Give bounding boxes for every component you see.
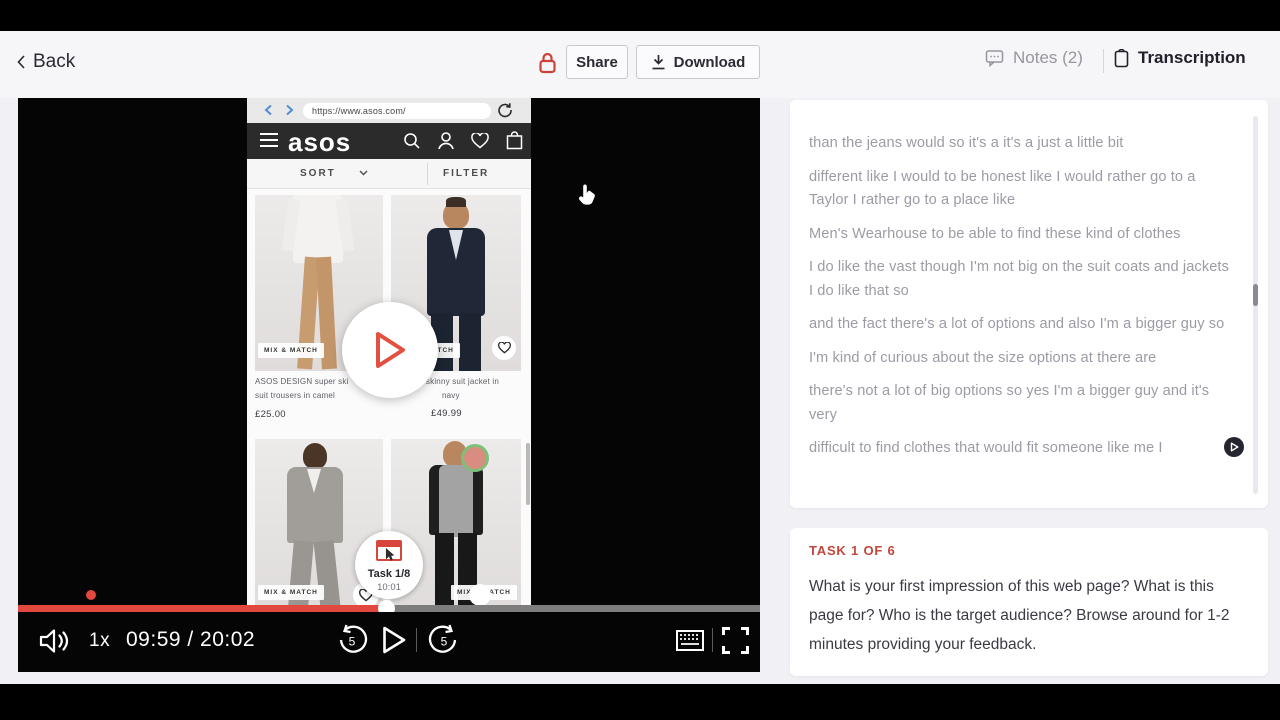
play-icon xyxy=(373,330,407,370)
hand-cursor-icon xyxy=(578,183,597,207)
share-label: Share xyxy=(576,54,618,71)
progress-played xyxy=(18,605,386,612)
svg-text:5: 5 xyxy=(441,635,448,649)
app-header: Back Share Download xyxy=(0,31,1280,98)
task-description: What is your first impression of this we… xyxy=(809,572,1251,659)
filter-button[interactable]: FILTER xyxy=(443,168,489,179)
keyboard-shortcuts-icon[interactable] xyxy=(676,630,704,651)
app-page: Back Share Download xyxy=(0,31,1280,684)
task-step-label: TASK 1 OF 6 xyxy=(809,543,896,558)
download-icon xyxy=(651,54,666,70)
transcript-line[interactable]: and the fact there's a lot of options an… xyxy=(809,313,1237,337)
browser-back-icon xyxy=(264,104,273,116)
browser-window-icon xyxy=(376,540,402,561)
transcription-panel: than the jeans would so it's a it's a ju… xyxy=(790,100,1268,508)
reload-icon xyxy=(497,102,513,118)
mix-match-badge: MIX & MATCH xyxy=(258,585,324,600)
play-from-here-button[interactable] xyxy=(1224,437,1244,457)
browser-forward-icon xyxy=(285,104,294,116)
url-bar: https://www.asos.com/ xyxy=(303,103,491,119)
play-button[interactable] xyxy=(381,625,407,655)
click-annotation-marker xyxy=(461,444,489,472)
sort-button[interactable]: SORT xyxy=(300,168,336,179)
chevron-left-icon xyxy=(16,54,26,70)
time-display: 09:59 / 20:02 xyxy=(126,628,255,652)
player-controls: 1x 09:59 / 20:02 5 5 xyxy=(18,612,760,672)
letterbox-bottom xyxy=(0,684,1280,720)
playback-speed-button[interactable]: 1x xyxy=(89,630,110,652)
wishlist-heart-icon xyxy=(471,133,489,149)
lock-icon xyxy=(537,51,558,75)
timeline-note-marker[interactable] xyxy=(86,590,96,600)
hamburger-menu-icon xyxy=(259,132,279,148)
asos-header: asos xyxy=(247,123,531,159)
bag-icon xyxy=(506,131,523,150)
search-icon xyxy=(403,132,421,150)
transcription-icon xyxy=(1114,49,1129,68)
transcript-line[interactable]: I'm kind of curious about the size optio… xyxy=(809,347,1237,371)
progress-bar[interactable] xyxy=(18,605,760,612)
transcript-line[interactable]: difficult to find clothes that would fit… xyxy=(809,437,1237,461)
task-marker-label: Task 1/8 xyxy=(355,568,423,580)
tab-transcription[interactable]: Transcription xyxy=(1114,48,1246,68)
sort-filter-bar: SORT FILTER xyxy=(247,159,531,189)
forward-5-icon[interactable]: 5 xyxy=(428,624,460,656)
asos-logo: asos xyxy=(288,127,351,158)
transcript-line[interactable]: different like I would to be honest like… xyxy=(809,166,1237,213)
volume-icon[interactable] xyxy=(38,626,70,656)
svg-text:5: 5 xyxy=(349,635,356,649)
back-label: Back xyxy=(33,51,75,73)
download-button[interactable]: Download xyxy=(636,45,760,79)
account-icon xyxy=(437,131,455,150)
save-heart-button[interactable] xyxy=(492,336,516,360)
rewind-5-icon[interactable]: 5 xyxy=(336,624,368,656)
task-marker-overlay[interactable]: Task 1/8 10:01 xyxy=(355,531,423,599)
product-name: ASOS DESIGN super ski xyxy=(255,377,349,386)
transcript-line[interactable]: there's not a lot of big options so yes … xyxy=(809,380,1237,427)
back-button[interactable]: Back xyxy=(16,51,75,73)
controls-divider xyxy=(712,628,713,652)
product-price: £25.00 xyxy=(255,409,286,420)
tab-notes[interactable]: Notes (2) xyxy=(985,48,1083,68)
video-player[interactable]: https://www.asos.com/ asos xyxy=(18,98,760,672)
tab-divider xyxy=(1103,49,1104,73)
task-marker-time: 10:01 xyxy=(355,582,423,593)
task-panel: TASK 1 OF 6 What is your first impressio… xyxy=(790,528,1268,676)
transcript-line[interactable]: I do like the vast though I'm not big on… xyxy=(809,256,1237,303)
product-name: suit trousers in camel xyxy=(255,391,335,400)
transcript-scrollbar-thumb[interactable] xyxy=(1253,284,1258,306)
controls-divider xyxy=(416,628,417,652)
mobile-browser-bar: https://www.asos.com/ xyxy=(247,98,531,123)
mix-match-badge: MIX & MATCH xyxy=(258,343,324,358)
notes-label: Notes (2) xyxy=(1013,48,1083,68)
mobile-scrollbar[interactable] xyxy=(526,443,530,505)
transcript-line[interactable]: than the jeans would so it's a it's a ju… xyxy=(809,132,1237,156)
video-play-overlay-button[interactable] xyxy=(342,302,438,398)
transcript-line[interactable]: Men's Wearhouse to be able to find these… xyxy=(809,223,1237,247)
product-name: navy xyxy=(442,391,460,400)
fullscreen-icon[interactable] xyxy=(722,627,749,654)
share-button[interactable]: Share xyxy=(566,45,628,79)
save-heart-button[interactable] xyxy=(469,584,491,606)
sort-filter-divider xyxy=(427,163,428,185)
transcription-label: Transcription xyxy=(1138,48,1246,68)
notes-icon xyxy=(985,49,1004,67)
download-label: Download xyxy=(674,54,746,71)
product-price: £49.99 xyxy=(431,408,462,419)
letterbox-top xyxy=(0,0,1280,31)
transcript-scrollbar[interactable] xyxy=(1253,116,1258,494)
sort-chevron-icon xyxy=(359,170,368,176)
